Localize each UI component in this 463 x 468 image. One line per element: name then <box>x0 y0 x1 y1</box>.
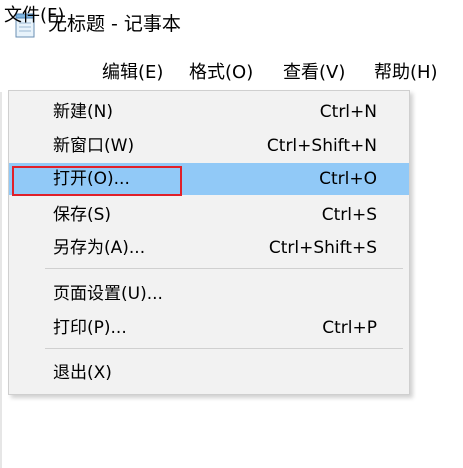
title-bar: 无标题 - 记事本 <box>0 0 463 48</box>
menu-item-shortcut: Ctrl+P <box>322 318 377 338</box>
menu-item-exit[interactable]: 退出(X) <box>9 357 409 389</box>
file-dropdown-menu: 新建(N) Ctrl+N 新窗口(W) Ctrl+Shift+N 打开(O)..… <box>8 90 410 395</box>
menu-item-new-window[interactable]: 新窗口(W) Ctrl+Shift+N <box>9 130 409 162</box>
menu-item-shortcut: Ctrl+S <box>321 205 377 225</box>
menu-item-label: 保存(S) <box>53 205 112 225</box>
menu-item-new[interactable]: 新建(N) Ctrl+N <box>9 96 409 128</box>
window-title: 无标题 - 记事本 <box>48 13 181 35</box>
menu-item-shortcut: Ctrl+N <box>319 102 377 122</box>
menu-item-print[interactable]: 打印(P)... Ctrl+P <box>9 312 409 344</box>
menu-help[interactable]: 帮助(H) <box>374 62 438 84</box>
menu-item-label: 打印(P)... <box>53 318 127 338</box>
menu-separator <box>45 348 403 349</box>
menu-item-shortcut: Ctrl+Shift+N <box>266 136 377 156</box>
menu-item-label: 新窗口(W) <box>53 136 135 156</box>
menu-file-label: 文件(F) <box>4 5 65 26</box>
menu-item-label: 另存为(A)... <box>53 238 146 258</box>
open-item-annotation-box <box>12 166 182 196</box>
menu-item-save-as[interactable]: 另存为(A)... Ctrl+Shift+S <box>9 232 409 264</box>
menu-view[interactable]: 查看(V) <box>283 62 345 84</box>
menu-separator <box>45 268 403 269</box>
menu-item-page-setup[interactable]: 页面设置(U)... <box>9 278 409 310</box>
menu-item-label: 新建(N) <box>53 102 113 122</box>
menu-item-label: 退出(X) <box>53 363 112 383</box>
menu-item-label: 页面设置(U)... <box>53 284 163 304</box>
menu-edit[interactable]: 编辑(E) <box>102 62 163 84</box>
menu-format[interactable]: 格式(O) <box>189 62 253 84</box>
menu-item-shortcut: Ctrl+O <box>319 169 377 189</box>
editor-edge <box>0 92 2 468</box>
menu-item-shortcut: Ctrl+Shift+S <box>268 238 377 258</box>
menu-item-save[interactable]: 保存(S) Ctrl+S <box>9 199 409 231</box>
menu-bar: 编辑(E) 格式(O) 查看(V) 帮助(H) <box>0 52 463 92</box>
